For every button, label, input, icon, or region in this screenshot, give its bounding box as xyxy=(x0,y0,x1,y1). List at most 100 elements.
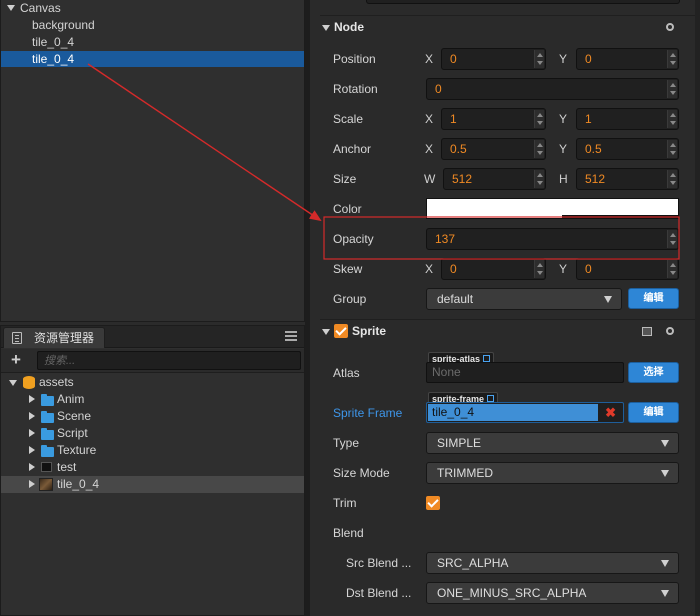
expand-arrow-icon[interactable] xyxy=(29,395,35,403)
hierarchy-item-label: tile_0_4 xyxy=(32,35,75,49)
type-select[interactable]: SIMPLE xyxy=(426,432,679,454)
trim-checkbox[interactable] xyxy=(426,496,440,510)
rotation-value: 0 xyxy=(435,82,442,96)
asset-item-scene[interactable]: test xyxy=(1,459,304,476)
size-w-field[interactable]: 512 xyxy=(443,168,546,190)
size-mode-select[interactable]: TRIMMED xyxy=(426,462,679,484)
panel-menu-icon[interactable] xyxy=(285,331,297,341)
stepper-icon[interactable] xyxy=(667,230,677,248)
hierarchy-item-background[interactable]: background xyxy=(1,17,304,33)
book-icon[interactable] xyxy=(642,327,652,336)
chevron-down-icon xyxy=(661,560,669,567)
skew-x-label: X xyxy=(425,262,434,276)
opacity-field[interactable]: 137 xyxy=(426,228,679,250)
dst-blend-select[interactable]: ONE_MINUS_SRC_ALPHA xyxy=(426,582,679,604)
stepper-icon[interactable] xyxy=(534,50,544,68)
expand-arrow-icon[interactable] xyxy=(29,412,35,420)
expand-arrow-icon[interactable] xyxy=(9,380,17,386)
folder-icon xyxy=(41,445,54,457)
asset-item-folder[interactable]: Script xyxy=(1,425,304,442)
trim-label: Trim xyxy=(333,496,357,510)
asset-item-texture-selected[interactable]: tile_0_4 xyxy=(1,476,304,493)
hierarchy-item-tile-selected[interactable]: tile_0_4 xyxy=(1,51,304,67)
size-w-value: 512 xyxy=(452,172,473,186)
size-label: Size xyxy=(333,172,357,186)
scale-x-value: 1 xyxy=(450,112,457,126)
dst-blend-label: Dst Blend ... xyxy=(346,586,412,600)
position-x-field[interactable]: 0 xyxy=(441,48,546,70)
color-alpha-bar xyxy=(427,215,678,218)
asset-item-label: Anim xyxy=(57,392,85,406)
close-icon[interactable]: ✖ xyxy=(605,403,616,422)
atlas-select-button[interactable]: 选择 xyxy=(628,362,679,383)
position-y-field[interactable]: 0 xyxy=(576,48,679,70)
stepper-icon[interactable] xyxy=(667,50,677,68)
external-link-icon[interactable] xyxy=(486,395,494,402)
stepper-icon[interactable] xyxy=(667,260,677,278)
external-link-icon[interactable] xyxy=(482,355,490,362)
gear-icon[interactable] xyxy=(666,23,674,31)
folder-icon xyxy=(41,394,54,406)
assets-search-input[interactable] xyxy=(38,352,300,369)
size-h-field[interactable]: 512 xyxy=(576,168,679,190)
src-blend-label: Src Blend ... xyxy=(346,556,412,570)
scale-y-field[interactable]: 1 xyxy=(576,108,679,130)
stepper-icon[interactable] xyxy=(534,140,544,158)
inspector-scrollbar[interactable] xyxy=(695,0,700,616)
anchor-y-field[interactable]: 0.5 xyxy=(576,138,679,160)
group-label: Group xyxy=(333,292,367,306)
assets-tab[interactable]: 资源管理器 xyxy=(3,327,105,348)
expand-arrow-icon[interactable] xyxy=(29,446,35,454)
add-asset-button[interactable]: + xyxy=(11,350,21,370)
skew-y-field[interactable]: 0 xyxy=(576,258,679,280)
asset-item-folder[interactable]: Anim xyxy=(1,391,304,408)
sprite-frame-field[interactable]: tile_0_4 ✖ xyxy=(426,402,624,423)
skew-x-field[interactable]: 0 xyxy=(441,258,546,280)
stepper-icon[interactable] xyxy=(534,260,544,278)
scale-y-value: 1 xyxy=(585,112,592,126)
stepper-icon[interactable] xyxy=(534,170,544,188)
opacity-label: Opacity xyxy=(333,232,374,246)
group-select[interactable]: default xyxy=(426,288,622,310)
expand-arrow-icon[interactable] xyxy=(29,429,35,437)
sprite-enabled-checkbox[interactable] xyxy=(334,324,348,338)
database-icon xyxy=(23,376,35,389)
blend-label: Blend xyxy=(333,526,364,540)
scale-x-field[interactable]: 1 xyxy=(441,108,546,130)
expand-arrow-icon[interactable] xyxy=(7,5,15,11)
anchor-x-field[interactable]: 0.5 xyxy=(441,138,546,160)
hierarchy-panel: Canvas background tile_0_4 tile_0_4 xyxy=(0,0,305,322)
stepper-icon[interactable] xyxy=(667,110,677,128)
node-section-header[interactable]: Node xyxy=(320,15,695,37)
atlas-field[interactable]: None xyxy=(426,362,624,383)
gear-icon[interactable] xyxy=(666,327,674,335)
node-section-title: Node xyxy=(334,20,364,34)
asset-item-root[interactable]: assets xyxy=(1,374,304,391)
collapse-arrow-icon[interactable] xyxy=(322,25,330,31)
asset-item-folder[interactable]: Scene xyxy=(1,408,304,425)
stepper-icon[interactable] xyxy=(667,170,677,188)
anchor-label: Anchor xyxy=(333,142,372,156)
expand-arrow-icon[interactable] xyxy=(29,463,35,471)
sprite-frame-edit-button[interactable]: 编辑 xyxy=(628,402,679,423)
asset-item-label: Texture xyxy=(57,443,97,457)
sprite-section-header[interactable]: Sprite xyxy=(320,319,695,341)
rotation-field[interactable]: 0 xyxy=(426,78,679,100)
color-swatch[interactable] xyxy=(426,198,679,219)
expand-arrow-icon[interactable] xyxy=(29,480,35,488)
hierarchy-item-tile[interactable]: tile_0_4 xyxy=(1,34,304,50)
stepper-icon[interactable] xyxy=(534,110,544,128)
stepper-icon[interactable] xyxy=(667,140,677,158)
assets-panel-header: 资源管理器 xyxy=(1,326,304,348)
src-blend-select[interactable]: SRC_ALPHA xyxy=(426,552,679,574)
group-edit-button[interactable]: 编辑 xyxy=(628,288,679,309)
scene-icon xyxy=(41,462,52,472)
collapse-arrow-icon[interactable] xyxy=(322,329,330,335)
sprite-frame-label[interactable]: Sprite Frame xyxy=(333,405,402,421)
clipboard-icon xyxy=(12,332,22,344)
hierarchy-item-canvas[interactable]: Canvas xyxy=(1,0,304,16)
type-label: Type xyxy=(333,436,360,450)
asset-item-folder[interactable]: Texture xyxy=(1,442,304,459)
stepper-icon[interactable] xyxy=(667,80,677,98)
chevron-down-icon xyxy=(661,440,669,447)
